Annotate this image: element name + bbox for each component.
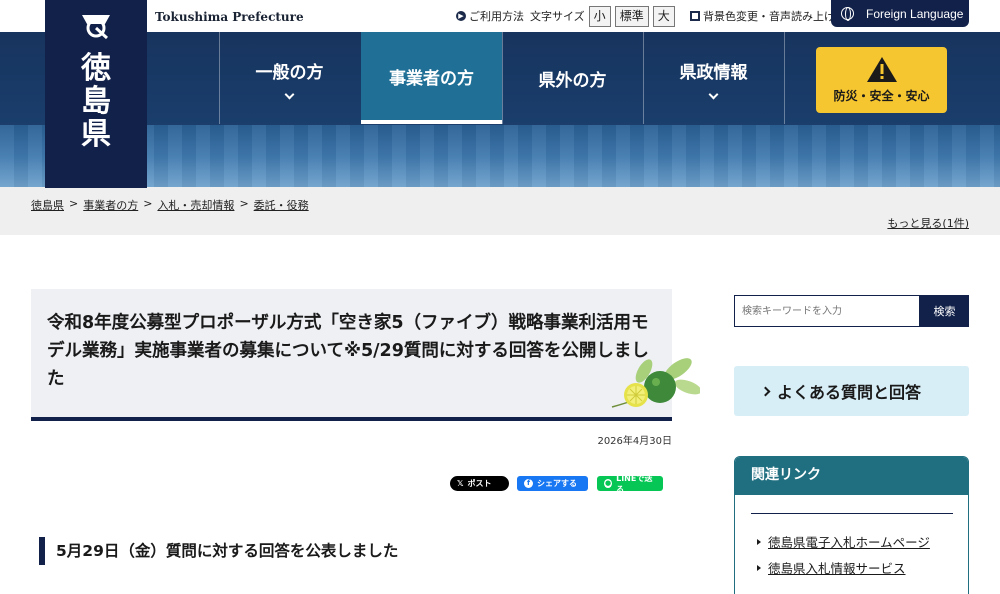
breadcrumb-separator: > — [69, 197, 79, 210]
font-size-label: 文字サイズ — [530, 10, 585, 23]
breadcrumb-bar: 徳島県 > 事業者の方 > 入札・売却情報 > 委託・役務 もっと見る(1件) — [0, 187, 1000, 235]
foreign-language-button[interactable]: Foreign Language — [831, 0, 969, 27]
nav-item-government[interactable]: 県政情報 — [643, 32, 784, 124]
how-to-use-link[interactable]: ▶ ご利用方法 — [456, 3, 524, 29]
related-links-heading: 関連リンク — [735, 457, 968, 495]
globe-icon — [841, 7, 854, 21]
share-x-label: ポスト — [467, 479, 492, 488]
nav-item-general[interactable]: 一般の方 — [219, 32, 360, 124]
facebook-icon: f — [524, 479, 533, 488]
page-title-box: 令和8年度公募型プロポーザル方式「空き家5（ファイブ）戦略事業利活用モデル業務」… — [31, 289, 700, 421]
related-links-panel: 関連リンク 徳島県電子入札ホームページ 徳島県入札情報サービス — [734, 456, 969, 594]
breadcrumb-item[interactable]: 委託・役務 — [254, 197, 309, 213]
breadcrumb-separator: > — [239, 197, 249, 210]
related-link-label: 徳島県入札情報サービス — [768, 561, 906, 576]
nav-label: 事業者の方 — [389, 68, 474, 89]
search-button[interactable]: 検索 — [920, 295, 969, 327]
section-heading: 5月29日（金）質問に対する回答を公表しました — [39, 537, 398, 565]
sudachi-citrus-icon — [611, 358, 700, 408]
nav-item-business[interactable]: 事業者の方 — [361, 32, 502, 124]
font-size-control: 文字サイズ 小 標準 大 — [530, 3, 675, 29]
breadcrumb: 徳島県 > 事業者の方 > 入札・売却情報 > 委託・役務 — [31, 197, 309, 213]
share-facebook-button[interactable]: f シェアする — [517, 476, 588, 491]
publish-date: 2026年4月30日 — [597, 436, 672, 447]
disaster-label: 防災・安全・安心 — [833, 89, 930, 103]
warning-icon — [866, 57, 897, 82]
nav-label: 県外の方 — [538, 70, 607, 91]
share-line-label: LINEで送る — [616, 473, 653, 494]
bg-color-audio-label: 背景色変更・音声読み上げ — [703, 10, 835, 23]
disaster-safety-button[interactable]: 防災・安全・安心 — [816, 47, 947, 113]
how-to-use-label: ご利用方法 — [469, 10, 524, 23]
related-link-label: 徳島県電子入札ホームページ — [768, 535, 930, 550]
font-size-standard-button[interactable]: 標準 — [614, 5, 649, 27]
breadcrumb-separator: > — [143, 197, 153, 210]
faq-button[interactable]: よくある質問と回答 — [734, 366, 969, 416]
utility-bar: Tokushima Prefecture ▶ ご利用方法 文字サイズ 小 標準 … — [0, 0, 1000, 32]
foreign-language-label: Foreign Language — [866, 6, 964, 21]
breadcrumb-item[interactable]: 入札・売却情報 — [157, 197, 234, 213]
logo-char-2: 島 — [81, 84, 111, 119]
related-link[interactable]: 徳島県入札情報サービス — [757, 558, 906, 577]
x-icon: 𝕏 — [457, 479, 464, 488]
logo-char-1: 徳 — [81, 51, 111, 86]
nav-item-outside[interactable]: 県外の方 — [502, 32, 643, 124]
nav-divider — [784, 32, 785, 124]
logo-text: 徳 島 県 — [45, 52, 147, 151]
bg-color-audio-link[interactable]: 背景色変更・音声読み上げ — [690, 3, 835, 29]
header-pattern — [0, 125, 1000, 187]
triangle-right-icon — [757, 538, 761, 545]
page-title: 令和8年度公募型プロポーザル方式「空き家5（ファイブ）戦略事業利活用モデル業務」… — [47, 313, 649, 389]
search-input[interactable] — [734, 295, 920, 327]
site-name-en: Tokushima Prefecture — [155, 10, 304, 24]
prefecture-emblem-icon — [82, 15, 110, 40]
faq-label: よくある質問と回答 — [777, 383, 922, 402]
share-line-button[interactable]: ● LINEで送る — [597, 474, 663, 494]
site-search: 検索 — [734, 295, 969, 327]
chevron-down-icon — [708, 89, 719, 100]
logo-char-3: 県 — [81, 117, 111, 152]
font-size-small-button[interactable]: 小 — [588, 5, 611, 27]
chevron-right-icon — [760, 386, 771, 396]
window-icon — [690, 11, 700, 21]
site-logo[interactable]: 徳 島 県 — [45, 0, 147, 188]
font-size-large-button[interactable]: 大 — [652, 5, 675, 27]
play-icon: ▶ — [456, 11, 466, 21]
chevron-down-icon — [284, 89, 295, 100]
breadcrumb-item[interactable]: 事業者の方 — [83, 197, 138, 213]
breadcrumb-more-link[interactable]: もっと見る(1件) — [887, 215, 969, 231]
breadcrumb-item[interactable]: 徳島県 — [31, 197, 64, 213]
line-icon: ● — [604, 479, 613, 488]
triangle-right-icon — [757, 564, 761, 571]
page: Tokushima Prefecture ▶ ご利用方法 文字サイズ 小 標準 … — [0, 0, 1000, 594]
divider — [751, 513, 953, 514]
nav-label: 県政情報 — [679, 63, 748, 83]
nav-label: 一般の方 — [255, 63, 324, 83]
share-x-button[interactable]: 𝕏 ポスト — [450, 476, 509, 491]
share-facebook-label: シェアする — [537, 479, 577, 488]
related-link[interactable]: 徳島県電子入札ホームページ — [757, 532, 930, 551]
